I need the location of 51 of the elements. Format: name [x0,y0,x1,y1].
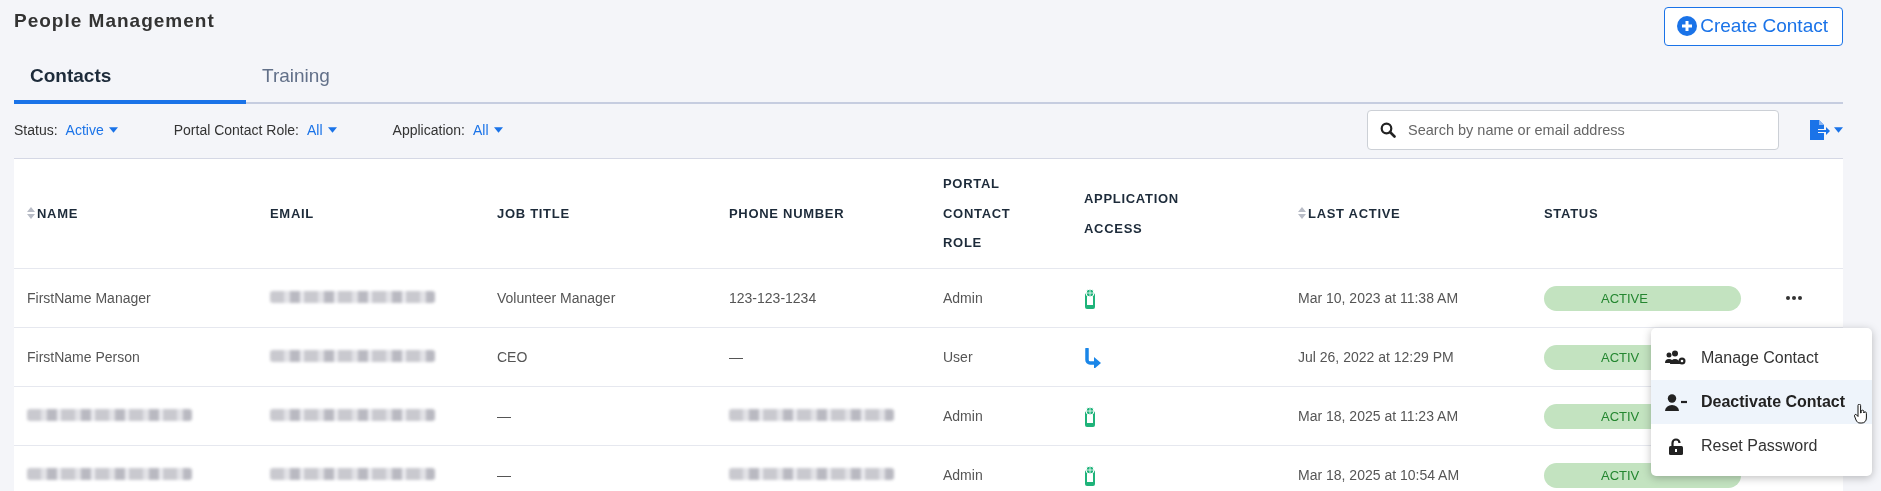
role-cell: Admin [943,289,983,306]
column-header: NAME [37,204,79,223]
tab[interactable]: Training [246,51,478,104]
hand-cursor-icon [1854,404,1868,424]
users-gear-icon [1665,350,1687,366]
menu-item[interactable]: Deactivate Contact [1651,380,1872,424]
column-header: LAST ACTIVE [1308,204,1401,223]
last-active-cell: Mar 18, 2025 at 10:54 AM [1298,466,1460,483]
role-cell: User [943,348,973,365]
tab[interactable]: Contacts [14,51,246,104]
filter-label: Status: [14,120,58,140]
page-title: People Management [14,9,215,33]
name-cell: FirstName Person [27,348,140,365]
unlock-icon [1669,437,1683,455]
name-cell: FirstName Manager [27,289,151,306]
job-title-cell: CEO [497,348,528,365]
column-header: JOB TITLE [497,204,570,223]
menu-item[interactable]: Manage Contact [1651,336,1872,380]
last-active-cell: Mar 18, 2025 at 11:23 AM [1298,407,1459,424]
job-title-cell: — [497,466,511,483]
ellipsis-icon [1786,296,1802,300]
job-title-cell: Volunteer Manager [497,289,616,306]
status-badge: ACTIVE [1544,285,1741,311]
column-header: PHONE NUMBER [729,204,845,223]
filter-dropdown[interactable]: All [472,119,503,141]
role-cell: Admin [943,466,983,483]
column-header: EMAIL [270,204,314,223]
search-icon [1380,122,1396,138]
create-contact-button[interactable]: Create Contact [1664,7,1843,46]
last-active-cell: Mar 10, 2023 at 11:38 AM [1298,289,1459,306]
search-field[interactable]: Search by name or email address [1367,110,1779,150]
plus-circle-icon [1677,16,1698,37]
phone-cell: — [729,348,743,365]
last-active-cell: Jul 26, 2022 at 12:29 PM [1298,348,1454,365]
caret-icon [493,127,503,133]
menu-item[interactable]: Reset Password [1651,424,1872,468]
filter-label: Application: [392,120,465,140]
job-title-cell: — [497,407,511,424]
filter-dropdown[interactable]: All [307,119,337,141]
phone-cell: 123-123-1234 [729,289,817,306]
role-cell: Admin [943,407,983,424]
caret-icon [1834,127,1843,133]
user-minus-icon [1665,393,1687,411]
filter-label: Portal Contact Role: [173,120,299,140]
column-header: STATUS [1544,204,1599,223]
column-header: APPLICATION ACCESS [1084,189,1180,238]
column-header: PORTAL CONTACT ROLE [943,174,1012,253]
caret-icon [108,127,118,133]
caret-icon [327,127,337,133]
export-button[interactable] [1809,120,1843,140]
filter-dropdown[interactable]: Active [65,119,118,141]
